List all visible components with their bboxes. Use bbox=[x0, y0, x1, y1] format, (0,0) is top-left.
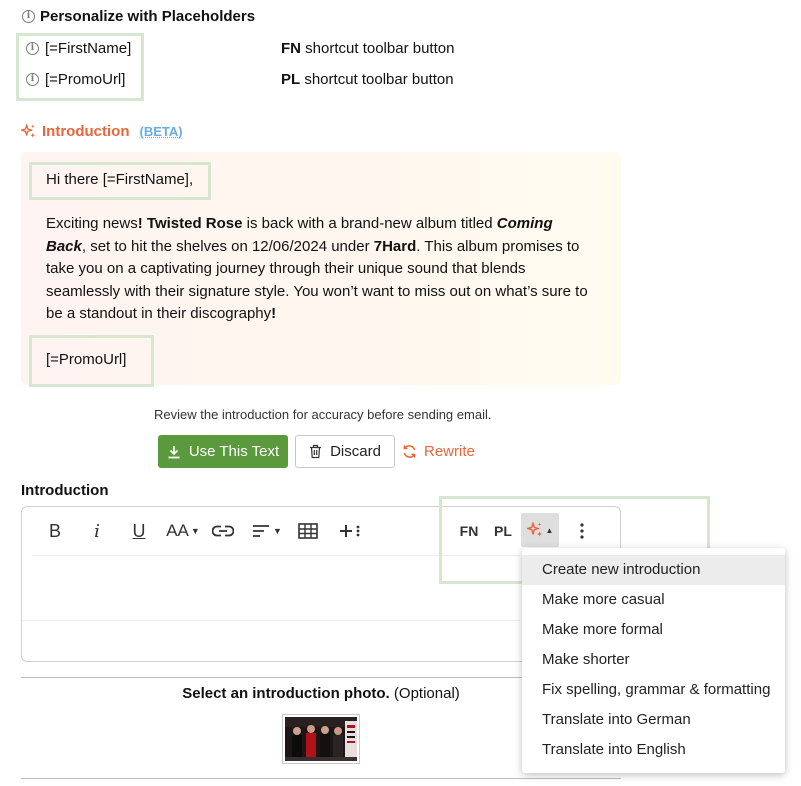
caret-down-icon: ▼ bbox=[190, 526, 200, 536]
menu-item-fix-spelling[interactable]: Fix spelling, grammar & formatting bbox=[522, 675, 785, 705]
shortcut-label: FN bbox=[281, 40, 301, 57]
table-icon bbox=[298, 523, 318, 539]
download-icon bbox=[168, 445, 180, 458]
intro-body-text: ! bbox=[137, 215, 143, 232]
placeholder-shortcut-fn: FN shortcut toolbar button bbox=[281, 40, 454, 57]
bold-label: B bbox=[48, 520, 61, 541]
bold-button[interactable]: B bbox=[42, 518, 68, 544]
intro-body: Exciting news! Twisted Rose is back with… bbox=[46, 213, 596, 326]
menu-item-make-more-casual[interactable]: Make more casual bbox=[522, 585, 785, 615]
fn-label: FN bbox=[459, 523, 479, 539]
menu-item-make-more-formal[interactable]: Make more formal bbox=[522, 615, 785, 645]
kebab-icon bbox=[580, 523, 584, 539]
photo-label-optional: (Optional) bbox=[393, 685, 460, 702]
placeholder-row-firstname: i [=FirstName] bbox=[26, 40, 131, 57]
intro-promo: [=PromoUrl] bbox=[46, 351, 127, 368]
rewrite-button[interactable]: Rewrite bbox=[402, 443, 475, 460]
info-icon[interactable]: i bbox=[26, 42, 39, 55]
discard-label: Discard bbox=[330, 443, 381, 460]
beta-badge: (BETA) bbox=[139, 124, 183, 139]
menu-item-create-new-introduction[interactable]: Create new introduction bbox=[522, 555, 785, 585]
intro-photo-thumbnail[interactable] bbox=[282, 714, 360, 764]
intro-body-text: is back with a brand-new album titled bbox=[246, 215, 493, 232]
menu-item-translate-english[interactable]: Translate into English bbox=[522, 735, 785, 765]
fn-shortcut-button[interactable]: FN bbox=[455, 518, 483, 544]
intro-body-text: , set to hit the shelves on 12/06/2024 u… bbox=[81, 237, 370, 255]
ai-assist-button[interactable]: ▲ bbox=[521, 513, 559, 547]
intro-band-name: Twisted Rose bbox=[146, 215, 243, 232]
placeholders-title: Personalize with Placeholders bbox=[40, 8, 256, 25]
ai-assist-menu: Create new introduction Make more casual… bbox=[522, 548, 785, 773]
menu-item-make-shorter[interactable]: Make shorter bbox=[522, 645, 785, 675]
pl-label: PL bbox=[494, 523, 512, 539]
italic-label: i bbox=[94, 520, 100, 542]
info-icon[interactable]: i bbox=[22, 10, 35, 23]
review-note: Review the introduction for accuracy bef… bbox=[154, 407, 492, 422]
editor-label: Introduction bbox=[21, 482, 109, 499]
menu-item-translate-german[interactable]: Translate into German bbox=[522, 705, 785, 735]
placeholder-row-promourl: i [=PromoUrl] bbox=[26, 71, 125, 88]
ai-intro-title: Introduction bbox=[42, 123, 130, 140]
intro-label-name: 7Hard bbox=[373, 237, 417, 255]
intro-greeting: Hi there [=FirstName], bbox=[46, 171, 194, 188]
placeholder-shortcut-pl: PL shortcut toolbar button bbox=[281, 71, 454, 88]
placeholder-token: [=FirstName] bbox=[45, 40, 132, 57]
link-icon bbox=[212, 525, 234, 537]
use-this-text-button[interactable]: Use This Text bbox=[158, 435, 288, 468]
info-icon[interactable]: i bbox=[26, 73, 39, 86]
sparkle-icon bbox=[526, 522, 542, 537]
more-options-button[interactable] bbox=[572, 518, 592, 544]
sparkle-icon bbox=[21, 124, 36, 138]
shortcut-description: shortcut toolbar button bbox=[305, 40, 455, 57]
align-button[interactable]: ▼ bbox=[250, 518, 284, 544]
refresh-icon bbox=[403, 445, 416, 458]
photo-label-bold: Select an introduction photo. bbox=[182, 685, 390, 702]
ai-intro-header: Introduction (BETA) bbox=[21, 123, 183, 140]
photo-divider-bottom bbox=[21, 778, 621, 779]
placeholders-header: i Personalize with Placeholders bbox=[22, 8, 255, 25]
caret-up-icon: ▲ bbox=[545, 525, 554, 535]
link-button[interactable] bbox=[210, 518, 236, 544]
band-photo-image bbox=[285, 717, 357, 761]
insert-more-button[interactable] bbox=[336, 518, 364, 544]
underline-label: U bbox=[132, 520, 146, 541]
font-size-button[interactable]: AA ▼ bbox=[164, 518, 202, 544]
font-size-label: AA bbox=[166, 521, 189, 540]
intro-body-text: ! bbox=[271, 305, 277, 322]
editor-footer-divider bbox=[22, 620, 520, 621]
rewrite-label: Rewrite bbox=[424, 443, 475, 460]
use-this-text-label: Use This Text bbox=[188, 443, 280, 460]
trash-icon bbox=[310, 444, 322, 459]
intro-body-text: Exciting news bbox=[46, 215, 138, 232]
caret-down-icon: ▼ bbox=[273, 526, 282, 536]
underline-button[interactable]: U bbox=[126, 518, 152, 544]
shortcut-description: shortcut toolbar button bbox=[304, 71, 454, 88]
pl-shortcut-button[interactable]: PL bbox=[489, 518, 517, 544]
table-button[interactable] bbox=[295, 518, 321, 544]
italic-button[interactable]: i bbox=[84, 518, 110, 544]
plus-more-icon bbox=[340, 525, 360, 537]
align-left-icon bbox=[253, 525, 270, 537]
placeholder-token: [=PromoUrl] bbox=[45, 71, 126, 88]
shortcut-label: PL bbox=[281, 71, 301, 88]
discard-button[interactable]: Discard bbox=[295, 435, 395, 468]
